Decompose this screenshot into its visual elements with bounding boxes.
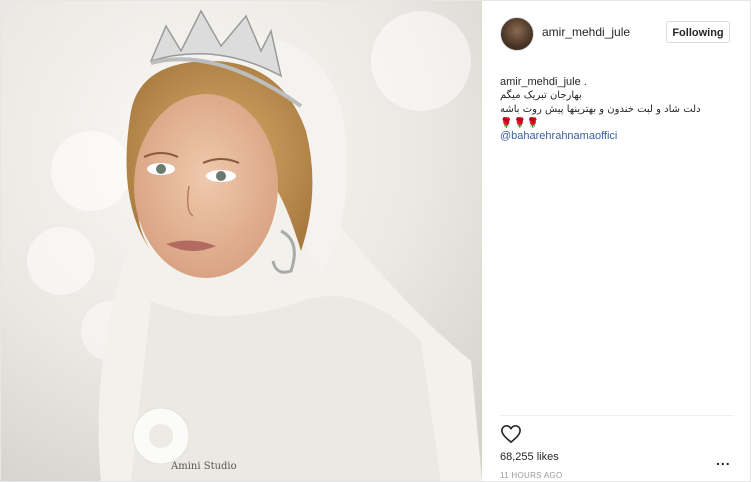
divider — [500, 415, 734, 416]
following-button[interactable]: Following — [666, 21, 730, 43]
portrait-illustration — [1, 1, 482, 481]
mention-link[interactable]: @baharehrahnamaoffici — [500, 130, 736, 143]
avatar[interactable] — [500, 17, 534, 51]
post-header: amir_mehdi_jule Following — [484, 0, 750, 66]
post-timestamp[interactable]: 11 HOURS AGO — [500, 471, 563, 480]
likes-count[interactable]: 68,255 likes — [500, 451, 559, 463]
caption-emoji: 🌹🌹🌹 — [500, 118, 541, 129]
caption-line-1: بهارجان تبریک میگم — [500, 90, 582, 101]
post-photo[interactable]: Amini Studio — [1, 1, 482, 481]
caption-line-2: دلت شاد و لبت خندون و بهترینها پیش روت ب… — [500, 104, 701, 115]
post-sidebar: amir_mehdi_jule Following amir_mehdi_jul… — [484, 0, 750, 482]
studio-watermark: Amini Studio — [171, 461, 237, 472]
caption: amir_mehdi_jule . بهارجان تبریک میگم دلت… — [500, 76, 736, 143]
caption-username[interactable]: amir_mehdi_jule . — [500, 76, 736, 89]
username-link[interactable]: amir_mehdi_jule — [542, 25, 630, 39]
heart-icon[interactable] — [500, 424, 522, 444]
more-options-icon[interactable]: ... — [716, 452, 731, 468]
